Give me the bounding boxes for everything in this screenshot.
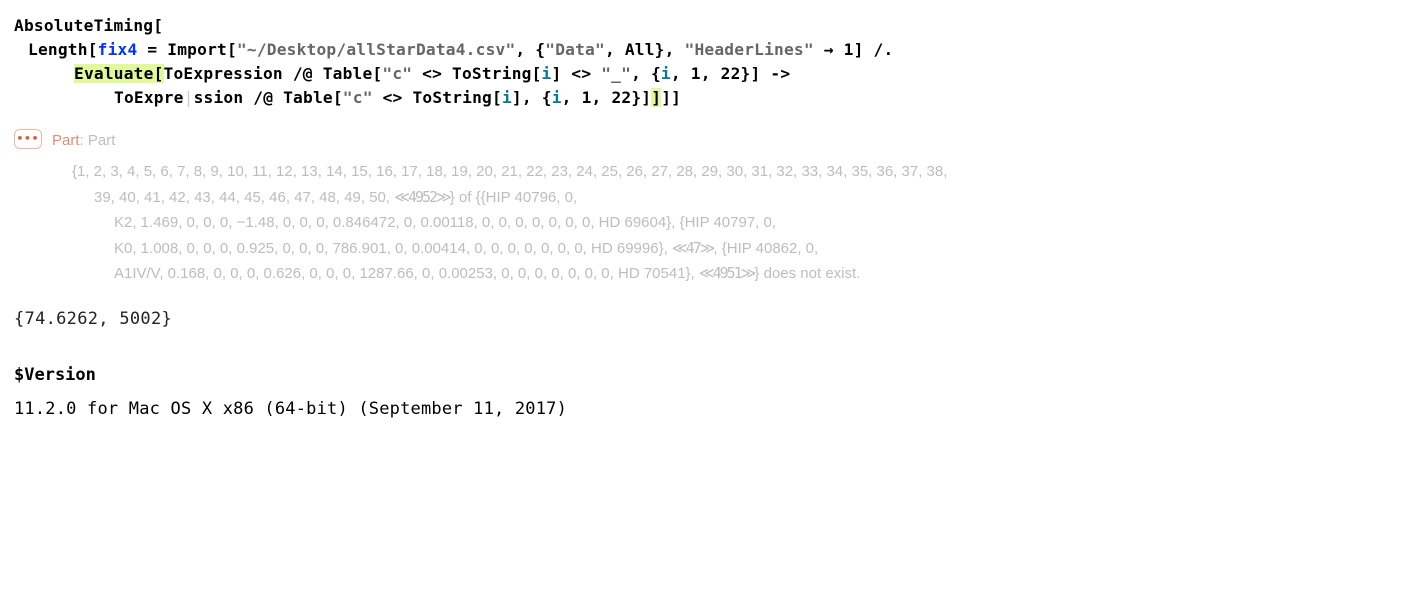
t-Evaluate: Evaluate: [74, 64, 154, 83]
input-cell[interactable]: AbsoluteTiming[ Length[fix4 = Import["~/…: [14, 14, 1408, 110]
t-Table: Table: [323, 64, 373, 83]
msg-line-2: 39, 40, 41, 42, 43, 44, 45, 46, 47, 48, …: [72, 185, 947, 211]
t-AbsoluteTiming: AbsoluteTiming: [14, 16, 153, 35]
code-line-4: ToExpre|ssion /@ Table["c" <> ToString[i…: [14, 86, 1408, 110]
msg-tag: Part: [52, 132, 80, 149]
output-cell: {74.6262, 5002}: [14, 309, 1408, 329]
code-line-2: Length[fix4 = Import["~/Desktop/allStarD…: [14, 38, 1408, 62]
t-Import: Import: [167, 40, 227, 59]
t-Length: Length: [28, 40, 88, 59]
message-header: Part: Part: [52, 128, 947, 154]
t-path: "~/Desktop/allStarData4.csv": [237, 40, 515, 59]
msg-line-3: K2, 1.469, 0, 0, 0, −1.48, 0, 0, 0, 0.84…: [72, 210, 947, 236]
msg-head: Part: [88, 132, 116, 149]
code-line-1: AbsoluteTiming[: [14, 14, 1408, 38]
message-body: {1, 2, 3, 4, 5, 6, 7, 8, 9, 10, 11, 12, …: [52, 153, 947, 287]
t-bracket: [: [88, 40, 98, 59]
t-ToExpression: ToExpression: [164, 64, 283, 83]
version-input[interactable]: $Version: [14, 365, 1408, 385]
code-line-3: Evaluate[ToExpression /@ Table["c" <> To…: [14, 62, 1408, 86]
notebook-region: AbsoluteTiming[ Length[fix4 = Import["~/…: [0, 0, 1422, 439]
msg-line-4: K0, 1.008, 0, 0, 0, 0.925, 0, 0, 0, 786.…: [72, 236, 947, 262]
t-fix4: fix4: [98, 40, 138, 59]
t-ToString: ToString: [412, 88, 492, 107]
version-output: 11.2.0 for Mac OS X x86 (64-bit) (Septem…: [14, 399, 1408, 419]
t-bracket: [: [153, 16, 163, 35]
message-ellipsis-icon[interactable]: •••: [14, 129, 42, 149]
message-cell: ••• Part: Part {1, 2, 3, 4, 5, 6, 7, 8, …: [14, 128, 1408, 287]
msg-line-5: A1IV/V, 0.168, 0, 0, 0, 0.626, 0, 0, 0, …: [72, 261, 947, 287]
t-Table: Table: [283, 88, 333, 107]
msg-line-1: {1, 2, 3, 4, 5, 6, 7, 8, 9, 10, 11, 12, …: [72, 159, 947, 185]
t-ToString: ToString: [452, 64, 532, 83]
message-text: Part: Part {1, 2, 3, 4, 5, 6, 7, 8, 9, 1…: [52, 128, 947, 287]
